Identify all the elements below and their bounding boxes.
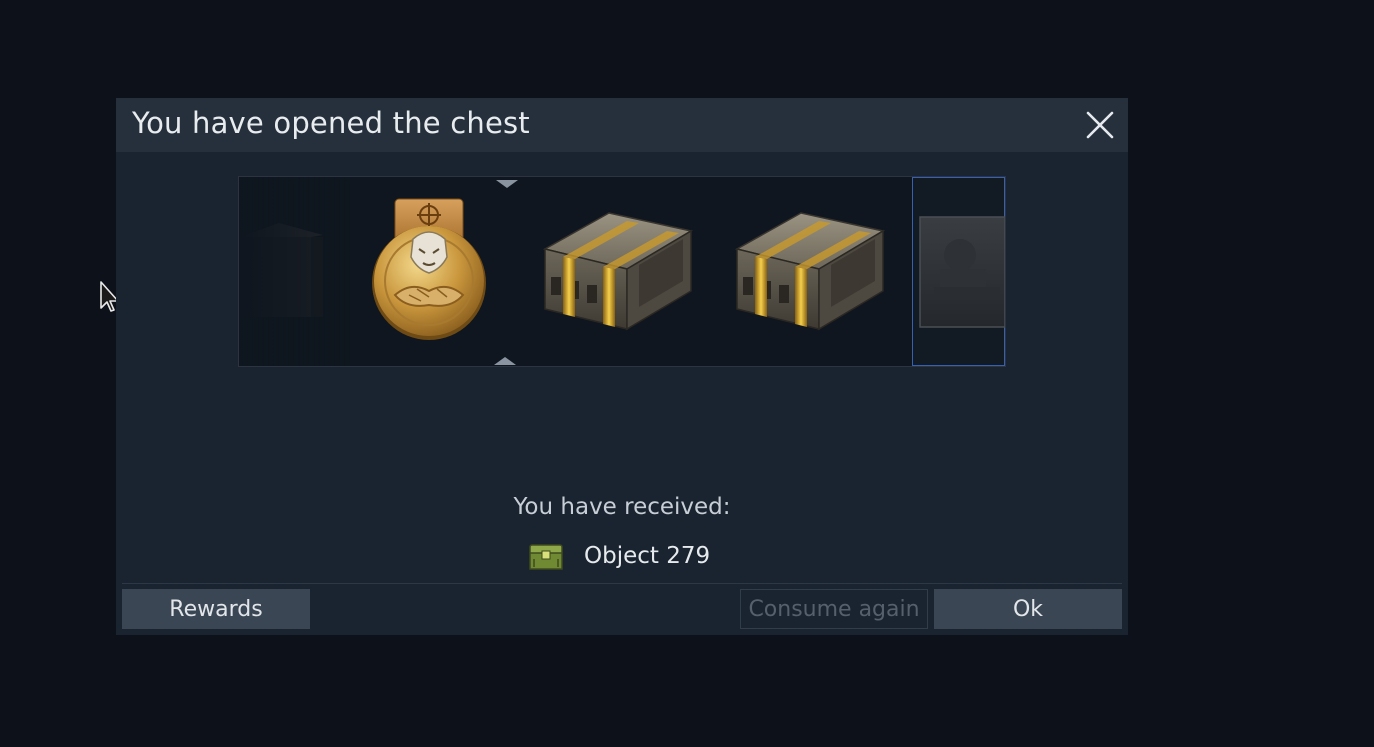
small-chest-icon — [529, 544, 563, 570]
received-label: You have received: — [513, 494, 731, 520]
dialog-header: You have opened the chest — [116, 98, 1128, 152]
ok-button[interactable]: Ok — [934, 589, 1122, 629]
chest-icon — [734, 212, 886, 331]
reward-roulette — [238, 176, 1006, 367]
roulette-pointer-bottom-icon — [494, 357, 516, 365]
consume-again-button[interactable]: Consume again — [740, 589, 928, 629]
roulette-slot-chest-2 — [719, 177, 911, 366]
received-item: Object 279 — [528, 538, 710, 574]
footer-divider — [122, 583, 1122, 584]
roulette-slot-chest-1 — [527, 177, 719, 366]
dialog-title: You have opened the chest — [132, 106, 530, 140]
roulette-slot-chest-faded — [239, 177, 351, 366]
medal-icon — [372, 198, 486, 340]
tank-card-icon — [919, 216, 1005, 328]
chest-opened-dialog: You have opened the chest You have recei… — [116, 98, 1128, 635]
close-icon[interactable] — [1082, 108, 1118, 142]
chest-icon — [542, 212, 694, 331]
roulette-slot-selected — [912, 177, 1005, 366]
roulette-slot-medal — [351, 177, 511, 366]
chest-icon — [239, 177, 351, 366]
received-item-name: Object 279 — [584, 543, 711, 569]
rewards-button[interactable]: Rewards — [122, 589, 310, 629]
roulette-pointer-top-icon — [496, 180, 518, 188]
game-screen: You have opened the chest You have recei… — [0, 0, 1374, 747]
